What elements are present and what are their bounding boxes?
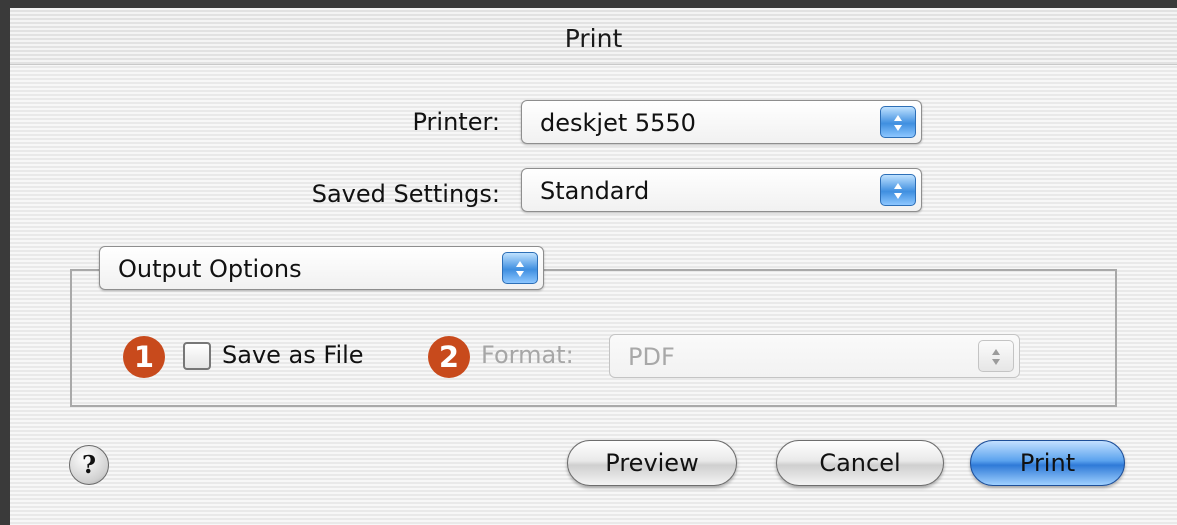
printer-value: deskjet 5550 xyxy=(540,109,696,137)
panel-popup[interactable]: Output Options xyxy=(99,246,544,290)
callout-badge-2: 2 xyxy=(428,336,470,378)
format-popup[interactable]: PDF xyxy=(609,334,1020,378)
printer-popup[interactable]: deskjet 5550 xyxy=(521,100,922,144)
popup-arrows-icon xyxy=(502,252,538,284)
window-title: Print xyxy=(564,24,623,53)
saved-settings-label: Saved Settings: xyxy=(311,180,500,208)
format-label: Format: xyxy=(481,341,574,369)
window-border-left xyxy=(0,0,10,525)
callout-badge-1: 1 xyxy=(123,336,165,378)
panel-value: Output Options xyxy=(118,255,302,283)
popup-arrows-icon xyxy=(880,106,916,138)
format-value: PDF xyxy=(628,343,675,371)
saved-settings-popup[interactable]: Standard xyxy=(521,168,922,212)
print-button[interactable]: Print xyxy=(970,440,1125,486)
popup-arrows-icon xyxy=(978,340,1014,372)
preview-button[interactable]: Preview xyxy=(567,440,737,486)
print-dialog: Print Printer: deskjet 5550 Saved Settin… xyxy=(0,0,1177,525)
cancel-button[interactable]: Cancel xyxy=(776,440,944,486)
popup-arrows-icon xyxy=(880,174,916,206)
help-button[interactable]: ? xyxy=(69,445,109,485)
save-as-file-label[interactable]: Save as File xyxy=(222,341,364,369)
save-as-file-checkbox[interactable] xyxy=(183,342,211,370)
title-bar[interactable]: Print xyxy=(10,8,1177,65)
window-border-top xyxy=(0,0,1177,8)
saved-settings-value: Standard xyxy=(540,177,650,205)
printer-label: Printer: xyxy=(412,108,500,136)
